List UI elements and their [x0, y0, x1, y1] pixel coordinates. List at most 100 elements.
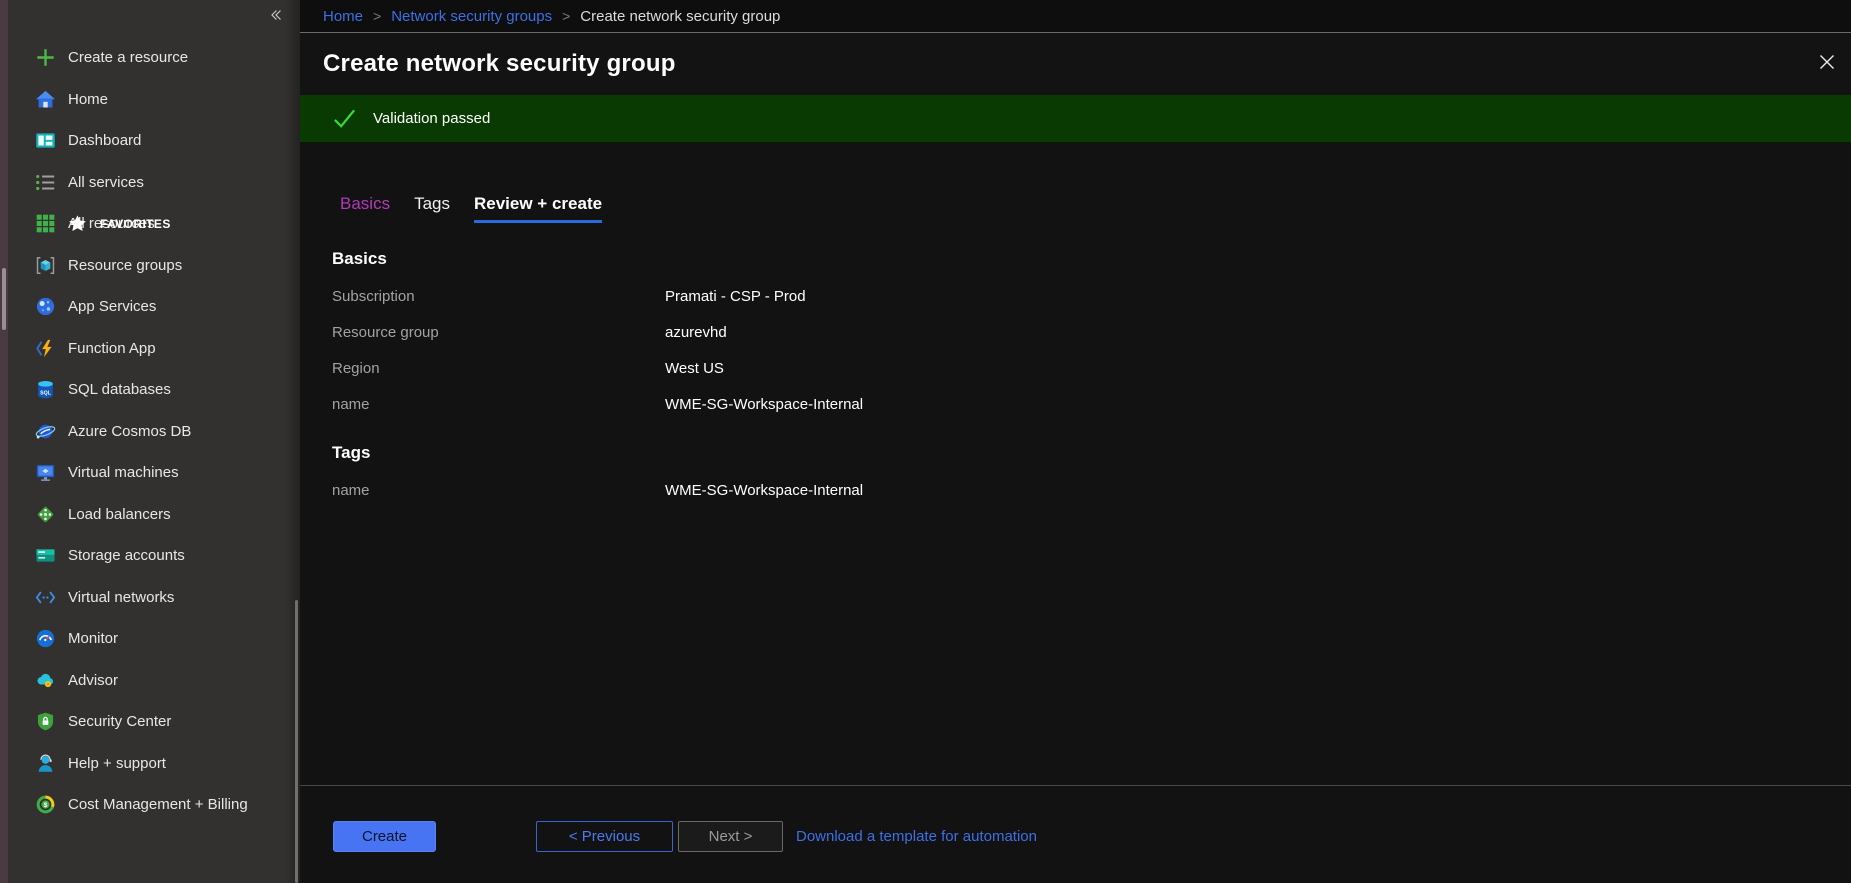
sidebar-item-label: Monitor	[68, 630, 118, 647]
sidebar-item-home[interactable]: Home	[8, 79, 300, 121]
load-balancer-icon	[33, 503, 57, 525]
section-heading-basics: Basics	[332, 249, 863, 269]
sidebar-item-all-services[interactable]: All services	[8, 162, 300, 204]
gauge-icon	[33, 628, 57, 650]
tab-basics[interactable]: Basics	[340, 194, 390, 214]
sidebar-nav: Create a resource Home Dashboard All servic…	[8, 37, 300, 826]
footer-bar: Create < Previous Next > Download a temp…	[300, 785, 1851, 883]
section-rows: nameWME-SG-Workspace-Internal	[332, 472, 863, 508]
database-icon: SQL	[33, 379, 57, 401]
close-icon	[1817, 60, 1837, 75]
portal-left-edge	[0, 0, 8, 883]
breadcrumb-network-security-groups[interactable]: Network security groups	[391, 8, 552, 25]
download-template-link[interactable]: Download a template for automation	[796, 821, 1037, 852]
sidebar-item-dashboard[interactable]: Dashboard	[8, 120, 300, 162]
sidebar-item-label: All services	[68, 174, 144, 191]
breadcrumb-separator: >	[373, 8, 381, 24]
create-nsg-panel: Home > Network security groups > Create netw…	[300, 0, 1851, 883]
sidebar-item-label: Storage accounts	[68, 547, 185, 564]
support-icon	[33, 752, 57, 774]
sidebar-item-label: Virtual networks	[68, 589, 174, 606]
lightning-icon	[33, 337, 57, 359]
sidebar-item-cost-management-billing[interactable]: $ Cost Management + Billing	[8, 784, 300, 826]
sidebar-item-virtual-networks[interactable]: Virtual networks	[8, 577, 300, 619]
field-label: name	[332, 482, 665, 499]
review-create-content: Basics Tags Review + create Basics Subscri…	[300, 142, 1851, 785]
field-label: Resource group	[332, 324, 665, 341]
sidebar-collapse-button[interactable]	[265, 5, 287, 27]
sidebar-item-label: Home	[68, 91, 108, 108]
sidebar-item-label: Virtual machines	[68, 464, 179, 481]
sidebar-item-label: Security Center	[68, 713, 171, 730]
sidebar-item-security-center[interactable]: Security Center	[8, 701, 300, 743]
sidebar-item-azure-cosmos-db[interactable]: Azure Cosmos DB	[8, 411, 300, 453]
sidebar-item-label: Function App	[68, 340, 156, 357]
sidebar-item-label: App Services	[68, 298, 156, 315]
section-heading-tags: Tags	[332, 443, 863, 463]
sidebar-item-label: Load balancers	[68, 506, 171, 523]
sidebar-item-label: Help + support	[68, 755, 166, 772]
advisor-icon	[33, 669, 57, 691]
storage-icon	[33, 545, 57, 567]
tab-tags[interactable]: Tags	[414, 194, 450, 214]
azure-portal: Create a resource Home Dashboard All servic…	[0, 0, 1851, 883]
sidebar-item-label: Dashboard	[68, 132, 141, 149]
sidebar-item-label: Cost Management + Billing	[68, 796, 248, 813]
tabs: Basics Tags Review + create	[340, 194, 602, 214]
sidebar-item-help-support[interactable]: Help + support	[8, 743, 300, 785]
section-tags: Tags nameWME-SG-Workspace-Internal	[332, 443, 863, 508]
create-button[interactable]: Create	[333, 821, 436, 852]
panel-title-bar: Create network security group	[300, 33, 1851, 95]
checkmark-icon	[331, 105, 358, 132]
next-button[interactable]: Next >	[678, 821, 783, 852]
section-basics: Basics SubscriptionPramati - CSP - Prod R…	[332, 249, 863, 422]
breadcrumb-separator: >	[562, 8, 570, 24]
breadcrumb-home[interactable]: Home	[323, 8, 363, 25]
network-icon	[33, 586, 57, 608]
svg-text:SQL: SQL	[40, 391, 52, 397]
vm-monitor-icon	[33, 462, 57, 484]
dashboard-icon	[33, 130, 57, 152]
planet-icon	[33, 420, 57, 442]
sidebar-item-sql-databases[interactable]: SQL SQL databases	[8, 369, 300, 411]
sidebar-item-label: Resource groups	[68, 257, 182, 274]
validation-banner-text: Validation passed	[373, 110, 490, 127]
sidebar-item-function-app[interactable]: Function App	[8, 328, 300, 370]
cube-brackets-icon	[33, 254, 57, 276]
validation-banner: Validation passed	[300, 95, 1851, 142]
sidebar-item-resource-groups[interactable]: Resource groups	[8, 245, 300, 287]
page-title: Create network security group	[323, 50, 676, 78]
sidebar-scrollbar[interactable]	[295, 600, 298, 883]
sidebar-item-label: Create a resource	[68, 49, 188, 66]
sidebar-item-virtual-machines[interactable]: Virtual machines	[8, 452, 300, 494]
field-value: azurevhd	[665, 324, 863, 341]
sidebar-item-label: Advisor	[68, 672, 118, 689]
field-label: Subscription	[332, 288, 665, 305]
sidebar-item-advisor[interactable]: Advisor	[8, 660, 300, 702]
svg-text:$: $	[43, 802, 47, 809]
shield-icon	[33, 711, 57, 733]
field-value: WME-SG-Workspace-Internal	[665, 482, 863, 499]
double-chevron-left-icon	[267, 12, 285, 27]
sidebar-item-load-balancers[interactable]: Load balancers	[8, 494, 300, 536]
breadcrumb: Home>Network security groups>Create netw…	[300, 0, 1851, 33]
star-icon	[65, 213, 89, 235]
field-value: Pramati - CSP - Prod	[665, 288, 863, 305]
sidebar-item-favorites: FAVORITES	[40, 203, 171, 245]
left-scroll-indicator[interactable]	[2, 268, 6, 330]
sidebar-item-storage-accounts[interactable]: Storage accounts	[8, 535, 300, 577]
field-value: WME-SG-Workspace-Internal	[665, 396, 863, 413]
globe-icon	[33, 296, 57, 318]
sidebar-item-create-a-resource[interactable]: Create a resource	[8, 37, 300, 79]
field-value: West US	[665, 360, 863, 377]
list-icon	[33, 171, 57, 193]
previous-button[interactable]: < Previous	[536, 821, 673, 852]
sidebar-item-label: SQL databases	[68, 381, 171, 398]
sidebar-item-monitor[interactable]: Monitor	[8, 618, 300, 660]
field-label: name	[332, 396, 665, 413]
tab-review-create[interactable]: Review + create	[474, 194, 602, 214]
section-rows: SubscriptionPramati - CSP - Prod Resource…	[332, 278, 863, 422]
close-button[interactable]	[1814, 50, 1840, 76]
sidebar-item-app-services[interactable]: App Services	[8, 286, 300, 328]
field-label: Region	[332, 360, 665, 377]
